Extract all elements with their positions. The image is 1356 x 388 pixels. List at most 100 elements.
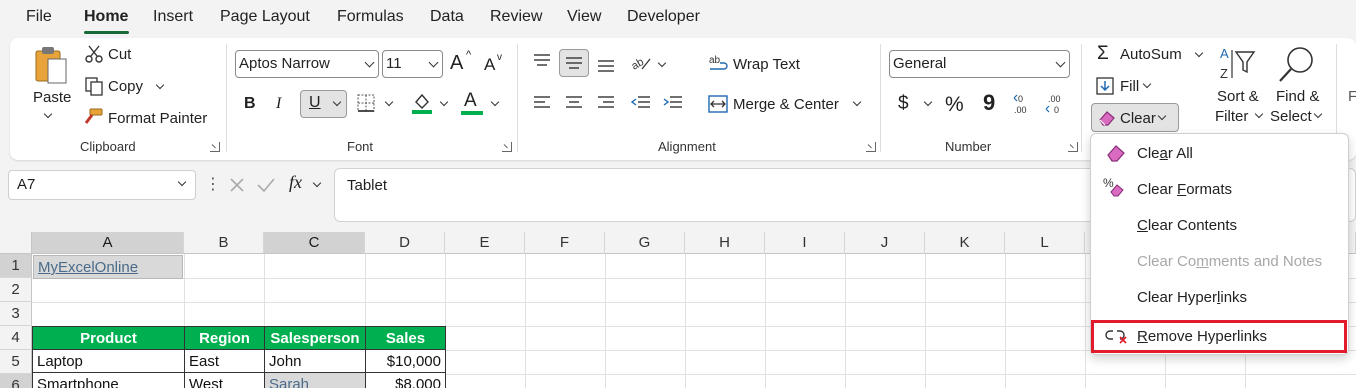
fx-chevron-icon[interactable] [312,178,322,188]
fill-color-icon[interactable] [410,90,434,114]
underline-button[interactable] [300,90,347,118]
top-align-icon[interactable] [532,53,552,69]
cut-button[interactable]: Cut [108,46,131,63]
number-format-select[interactable]: General [889,50,1070,78]
paste-icon[interactable] [32,45,70,85]
font-color-button[interactable]: A [464,90,477,112]
chevron-down-icon [428,57,439,68]
tab-page-layout[interactable]: Page Layout [220,8,310,26]
tab-developer[interactable]: Developer [627,8,700,26]
row-header-6[interactable]: 6 [0,374,32,388]
column-header-d[interactable]: D [365,232,445,254]
find-select-label-1[interactable]: Find & [1276,88,1319,105]
table-cell[interactable]: $8,000 [365,372,446,388]
autosum-button[interactable]: AutoSum [1120,46,1182,63]
column-header-a[interactable]: A [32,232,184,254]
cancel-icon[interactable] [228,176,246,194]
decrease-decimal-icon[interactable]: .00 0 [1044,92,1068,116]
shrink-font-button[interactable]: A [484,55,495,75]
sort-filter-icon: A Z [1220,46,1256,81]
paste-label[interactable]: Paste [33,89,71,106]
orientation-icon[interactable]: ab [630,53,652,73]
font-launcher-icon[interactable] [502,142,512,152]
alignment-launcher-icon[interactable] [866,142,876,152]
autosum-icon: Σ [1097,43,1109,64]
table-cell[interactable]: East [184,349,265,373]
row-header-5[interactable]: 5 [0,350,32,374]
middle-align-icon [566,57,582,69]
italic-button[interactable]: I [276,95,281,113]
increase-indent-icon[interactable] [662,95,684,111]
menu-item-clear-hyperlinks[interactable]: Clear Hyperlinks [1091,279,1348,315]
sort-filter-label-2[interactable]: Filter [1215,108,1248,125]
column-header-k[interactable]: K [925,232,1005,254]
currency-button[interactable]: $ [898,93,909,115]
grow-font-button[interactable]: A [450,52,463,75]
column-header-j[interactable]: J [845,232,925,254]
table-cell[interactable]: $10,000 [365,349,446,373]
row-header-4[interactable]: 4 [0,326,32,350]
column-header-e[interactable]: E [445,232,525,254]
align-center-icon[interactable] [564,95,584,111]
row-header-3[interactable]: 3 [0,302,32,326]
wrap-text-button[interactable]: Wrap Text [733,56,800,73]
merge-center-button[interactable]: Merge & Center [733,96,839,113]
tab-formulas[interactable]: Formulas [337,8,404,26]
align-left-icon[interactable] [532,95,552,111]
table-header-product[interactable]: Product [32,326,185,350]
insert-function-button[interactable]: fx [289,172,302,193]
bottom-align-icon[interactable] [596,57,616,73]
borders-icon[interactable] [356,93,376,113]
table-cell[interactable]: Smartphone [32,372,185,388]
tab-data[interactable]: Data [430,8,464,26]
column-header-i[interactable]: I [765,232,845,254]
copy-button[interactable]: Copy [108,78,143,95]
column-header-h[interactable]: H [685,232,765,254]
percent-button[interactable]: % [945,93,964,117]
row-header-1[interactable]: 1 [0,254,32,278]
column-header-b[interactable]: B [184,232,264,254]
column-header-f[interactable]: F [525,232,605,254]
table-header-region[interactable]: Region [184,326,265,350]
table-header-sales[interactable]: Sales [365,326,446,350]
select-all-corner[interactable] [0,232,32,254]
enter-check-icon[interactable] [256,176,276,194]
number-launcher-icon[interactable] [1068,142,1078,152]
format-painter-button[interactable]: Format Painter [108,110,207,127]
column-header-l[interactable]: L [1005,232,1085,254]
menu-item-clear-contents[interactable]: Clear Contents [1091,207,1348,243]
tab-home[interactable]: Home [84,8,128,26]
font-name-select[interactable]: Aptos Narrow [235,50,379,78]
sort-filter-label-1[interactable]: Sort & [1217,88,1259,105]
alignment-group-label: Alignment [658,139,716,154]
increase-decimal-icon[interactable]: 0 .00 [1012,92,1036,116]
decrease-indent-icon[interactable] [630,95,652,111]
comma-style-button[interactable]: 9 [983,90,995,116]
table-header-salesperson[interactable]: Salesperson [264,326,366,350]
tab-insert[interactable]: Insert [153,8,193,26]
table-cell[interactable]: Laptop [32,349,185,373]
gridline [685,254,686,388]
find-select-label-2[interactable]: Select [1270,108,1312,125]
tab-review[interactable]: Review [490,8,542,26]
align-right-icon[interactable] [596,95,616,111]
row-header-2[interactable]: 2 [0,278,32,302]
font-size-select[interactable]: 11 [382,50,443,78]
cell-a1-hyperlink[interactable]: MyExcelOnline [33,255,183,279]
table-cell-hyperlink[interactable]: Sarah [264,372,366,388]
tab-file[interactable]: File [26,8,52,26]
table-cell[interactable]: John [264,349,366,373]
tab-view[interactable]: View [567,8,601,26]
more-options-icon[interactable]: ⋮ [205,174,221,194]
name-box[interactable]: A7 [8,170,196,200]
wrap-text-icon: ab [709,55,728,70]
column-header-g[interactable]: G [605,232,685,254]
number-group-label: Number [945,139,992,154]
fill-button[interactable]: Fill [1120,78,1139,95]
column-header-c[interactable]: C [264,232,365,254]
menu-item-clear-all[interactable]: Clear All [1091,135,1348,171]
clipboard-launcher-icon[interactable] [210,142,220,152]
menu-item-clear-formats[interactable]: Clear Formats [1091,171,1348,207]
table-cell[interactable]: West [184,372,265,388]
bold-button[interactable]: B [244,95,256,113]
